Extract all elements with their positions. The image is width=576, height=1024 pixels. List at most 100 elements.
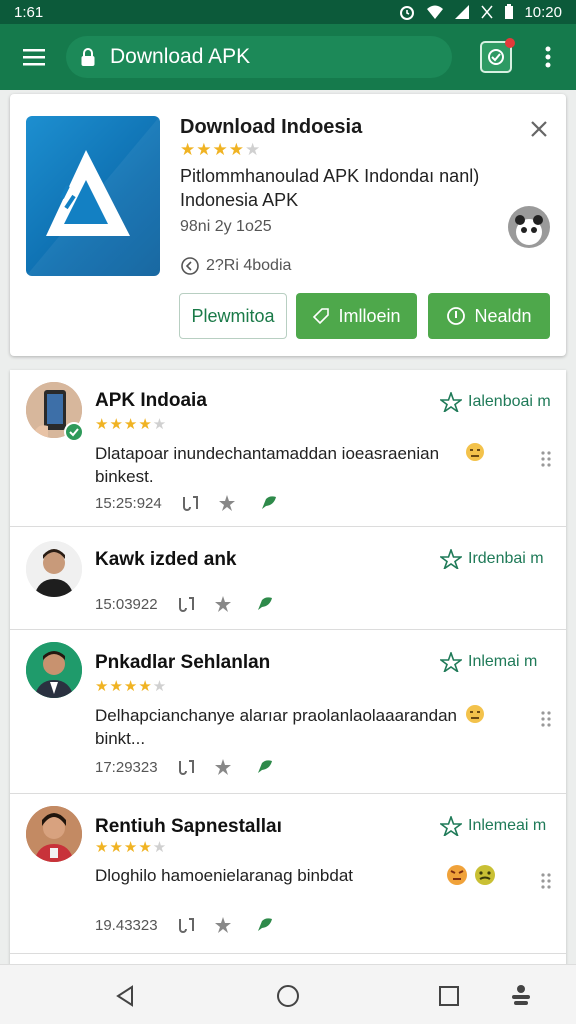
star-outline-icon — [440, 392, 462, 412]
more-vert-icon — [545, 46, 551, 68]
review-meta: 19.43323 — [95, 916, 274, 934]
drag-handle-icon[interactable] — [540, 872, 552, 890]
neutral-face-icon — [466, 443, 484, 461]
app-rating: ★★★★★ — [180, 140, 262, 159]
review-rating: ★★★★★ — [95, 839, 168, 856]
review-date: 17:29323 — [95, 758, 158, 776]
close-icon — [531, 121, 547, 137]
accessibility-button[interactable] — [508, 983, 534, 1009]
check-icon — [69, 428, 79, 437]
preview-button-label: Plewmitoa — [191, 305, 275, 326]
info-button-label: Nealdn — [474, 305, 532, 326]
drag-handle-icon[interactable] — [540, 710, 552, 728]
wifi-icon — [427, 5, 444, 19]
install-button-label: Imlloein — [338, 305, 401, 326]
reply-icon[interactable] — [180, 494, 200, 512]
review-author: Rentiuh Sapnestallaı — [95, 816, 282, 837]
comment-icon[interactable] — [256, 759, 274, 775]
review-action-label: Inlemai m — [468, 653, 538, 670]
review-item: APK Indoaia ★★★★★ Dlatapoar inundechanta… — [10, 370, 566, 527]
verified-badge — [64, 422, 84, 442]
review-author: APK Indoaia — [95, 390, 207, 411]
app-date: 98ni 2y 1o25 — [180, 218, 272, 235]
info-button[interactable]: Nealdn — [428, 293, 550, 339]
review-date: 15:25:924 — [95, 494, 162, 512]
app-logo — [26, 116, 160, 276]
angry-face-icon — [447, 865, 467, 885]
back-button[interactable] — [112, 983, 138, 1009]
lock-icon — [80, 47, 96, 67]
info-icon — [447, 307, 466, 325]
review-action[interactable]: Ialenboai m — [440, 392, 551, 412]
avatar[interactable] — [26, 806, 82, 862]
review-action[interactable]: Irdenbai m — [440, 549, 544, 569]
home-circle-icon — [277, 985, 299, 1007]
overflow-menu-button[interactable] — [538, 37, 558, 77]
comment-icon[interactable] — [260, 495, 278, 511]
review-action-label: Inlemeai m — [468, 817, 547, 834]
tag-icon — [313, 308, 330, 325]
reply-icon[interactable] — [176, 916, 196, 934]
menu-button[interactable] — [12, 35, 56, 79]
avatar[interactable] — [26, 642, 82, 698]
downloads-text: 2?Ri 4bodia — [206, 257, 292, 274]
notification-dot — [505, 38, 515, 48]
data-icon — [481, 5, 494, 19]
review-meta: 15:25:924 — [95, 494, 278, 512]
review-action[interactable]: Inlemeai m — [440, 816, 546, 836]
reply-icon[interactable] — [176, 595, 196, 613]
back-triangle-icon — [116, 985, 133, 1007]
star-icon[interactable] — [218, 494, 236, 512]
review-author: Kawk izded ank — [95, 549, 237, 570]
reply-icon[interactable] — [176, 758, 196, 776]
drag-handle-icon[interactable] — [540, 450, 552, 468]
comment-icon[interactable] — [256, 596, 274, 612]
avatar[interactable] — [26, 541, 82, 597]
recents-button[interactable] — [436, 983, 462, 1009]
status-clock: 10:20 — [524, 3, 562, 21]
system-navigation-bar — [0, 964, 576, 1024]
review-text: Delhapcianchanye alarıar praolanlaolaaar… — [95, 706, 457, 748]
review-emoji — [446, 864, 496, 886]
review-action-label: Ialenboai m — [468, 393, 551, 410]
clock-icon — [181, 257, 199, 275]
url-bar[interactable]: Download APK — [66, 36, 452, 78]
star-outline-icon — [440, 816, 462, 836]
review-item: Rentiuh Sapnestallaı ★★★★★ Dloghilo hamo… — [10, 794, 566, 954]
review-meta: 15:03922 — [95, 595, 274, 613]
review-emoji — [465, 442, 485, 462]
app-downloads: 2?Ri 4bodia — [180, 256, 291, 276]
review-date: 15:03922 — [95, 595, 158, 613]
tabs-button[interactable] — [480, 38, 515, 73]
review-emoji — [465, 704, 485, 724]
review-rating: ★★★★★ — [95, 678, 168, 695]
review-action[interactable]: Inlemai m — [440, 652, 537, 672]
install-button[interactable]: Imlloein — [296, 293, 417, 339]
review-author: Pnkadlar Sehlanlan — [95, 652, 271, 673]
review-item: Pnkadlar Sehlanlan ★★★★★ Delhapcianchany… — [10, 630, 566, 794]
status-time: 1:61 — [14, 3, 44, 21]
comment-icon[interactable] — [256, 917, 274, 933]
star-icon[interactable] — [214, 758, 232, 776]
app-title: Download Indoesia — [180, 116, 363, 138]
recents-square-icon — [439, 986, 459, 1006]
app-card: Download Indoesia ★★★★★ Pitlommhanoulad … — [10, 94, 566, 356]
home-button[interactable] — [275, 983, 301, 1009]
browser-toolbar: Download APK — [0, 24, 576, 90]
review-text: Dlatapoar inundechantamaddan ioeasraenia… — [95, 444, 440, 486]
status-bar: 1:61 10:20 — [0, 0, 576, 24]
review-action-label: Irdenbai m — [468, 550, 544, 567]
status-icons: 10:20 — [398, 3, 562, 21]
developer-avatar[interactable] — [508, 206, 550, 248]
signal-icon — [455, 5, 470, 19]
review-item: Kawk izded ank 15:03922 Irdenbai m — [10, 527, 566, 630]
star-icon[interactable] — [214, 916, 232, 934]
alarm-icon — [400, 6, 415, 20]
star-outline-icon — [440, 549, 462, 569]
sick-face-icon — [475, 865, 495, 885]
hamburger-icon — [23, 49, 45, 66]
app-description: Pitlommhanoulad APK Indondaı nanl) Indon… — [180, 166, 480, 210]
close-button[interactable] — [528, 118, 550, 140]
preview-button[interactable]: Plewmitoa — [179, 293, 287, 339]
star-icon[interactable] — [214, 595, 232, 613]
